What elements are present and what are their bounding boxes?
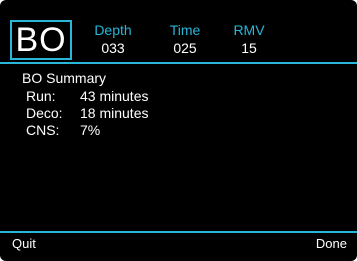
rmv-label: RMV [233, 22, 265, 38]
time-value: 025 [173, 40, 197, 56]
mode-label: BO [15, 21, 67, 59]
summary-row-run: Run: 43 minutes [22, 88, 148, 105]
depth-stat: Depth 033 [78, 22, 148, 56]
rmv-stat: RMV 15 [214, 22, 284, 56]
run-value: 43 minutes [80, 88, 149, 104]
summary-title: BO Summary [22, 70, 107, 86]
cns-value: 7% [80, 122, 101, 138]
depth-label: Depth [94, 22, 132, 38]
deco-value: 18 minutes [80, 105, 149, 121]
run-label: Run: [26, 88, 56, 104]
cns-label: CNS: [26, 122, 60, 138]
depth-value: 033 [101, 40, 125, 56]
done-button[interactable]: Done [316, 236, 347, 252]
softkey-divider [0, 231, 357, 233]
rmv-value: 15 [241, 40, 257, 56]
header-bar: BO Depth 033 Time 025 RMV 15 [0, 0, 357, 64]
deco-label: Deco: [26, 105, 63, 121]
time-label: Time [169, 22, 201, 38]
dive-computer-screen: BO Depth 033 Time 025 RMV 15 BO Summary … [0, 0, 357, 261]
summary-row-deco: Deco: 18 minutes [22, 105, 148, 122]
summary-row-cns: CNS: 7% [22, 122, 148, 139]
time-stat: Time 025 [150, 22, 220, 56]
mode-indicator: BO [10, 20, 72, 60]
header-divider [0, 62, 357, 64]
quit-button[interactable]: Quit [12, 236, 36, 252]
bo-summary-panel: BO Summary Run: 43 minutes Deco: 18 minu… [22, 70, 148, 139]
